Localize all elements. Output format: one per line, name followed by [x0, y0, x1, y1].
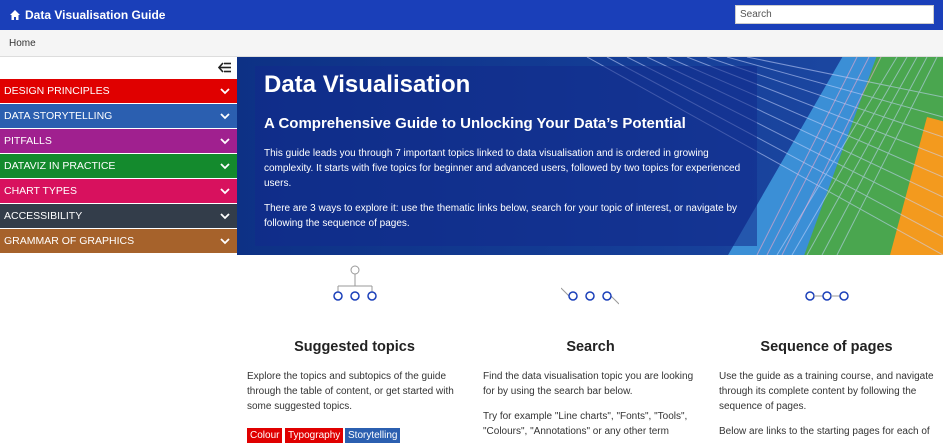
sidebar: DESIGN PRINCIPLES DATA STORYTELLING PITF…: [0, 57, 237, 254]
sidebar-item-chart-types[interactable]: CHART TYPES: [0, 179, 237, 203]
search-card-title: Search: [566, 339, 615, 355]
sidebar-item-design-principles[interactable]: DESIGN PRINCIPLES: [0, 79, 237, 103]
sidebar-item-label: DATA STORYTELLING: [4, 110, 113, 122]
sidebar-item-label: DESIGN PRINCIPLES: [4, 85, 110, 97]
sequence-card-title: Sequence of pages: [760, 339, 893, 355]
chevron-down-icon: [220, 88, 230, 95]
chevron-down-icon: [220, 163, 230, 170]
sidebar-item-accessibility[interactable]: ACCESSIBILITY: [0, 204, 237, 228]
site-title: Data Visualisation Guide: [25, 8, 166, 22]
chevron-down-icon: [220, 188, 230, 195]
sequence-nodes-icon: [805, 291, 849, 301]
hero-intro-paragraph: This guide leads you through 7 important…: [264, 148, 741, 189]
tag-colour[interactable]: Colour: [247, 428, 283, 443]
search-nodes-icon: [561, 287, 619, 305]
sidebar-item-data-storytelling[interactable]: DATA STORYTELLING: [0, 104, 237, 128]
top-navbar: Data Visualisation Guide: [0, 0, 943, 30]
chevron-down-icon: [220, 113, 230, 120]
chevron-down-icon: [220, 238, 230, 245]
sequence-card-links-intro: Below are links to the starting pages fo…: [719, 426, 930, 437]
sidebar-item-label: GRAMMAR OF GRAPHICS: [4, 235, 135, 247]
collapse-sidebar-icon[interactable]: [218, 61, 232, 74]
hero-explore-paragraph: There are 3 ways to explore it: use the …: [264, 203, 738, 229]
hero-subtitle: A Comprehensive Guide to Unlocking Your …: [264, 115, 686, 132]
chevron-down-icon: [220, 138, 230, 145]
hero-title: Data Visualisation: [264, 71, 471, 98]
sidebar-item-pitfalls[interactable]: PITFALLS: [0, 129, 237, 153]
search-input[interactable]: [735, 5, 934, 24]
sidebar-item-grammar-of-graphics[interactable]: GRAMMAR OF GRAPHICS: [0, 229, 237, 253]
tag-typography[interactable]: Typography: [285, 428, 344, 443]
sequence-card-text: Use the guide as a training course, and …: [719, 371, 934, 412]
breadcrumb-home[interactable]: Home: [9, 38, 36, 49]
tree-nodes-icon: [333, 265, 377, 301]
suggested-topics-title: Suggested topics: [294, 339, 415, 355]
sidebar-item-label: ACCESSIBILITY: [4, 210, 83, 222]
breadcrumb-bar: Home: [0, 30, 943, 57]
suggested-topics-text: Explore the topics and subtopics of the …: [247, 371, 454, 412]
sidebar-item-label: CHART TYPES: [4, 185, 77, 197]
home-icon: [10, 10, 20, 20]
search-card-examples: Try for example "Line charts", "Fonts", …: [483, 411, 688, 437]
brand-link[interactable]: Data Visualisation Guide: [9, 8, 165, 22]
sidebar-item-label: DATAVIZ IN PRACTICE: [4, 160, 116, 172]
sidebar-item-label: PITFALLS: [4, 135, 52, 147]
sidebar-toggle-row: [0, 57, 237, 79]
search-card-text: Find the data visualisation topic you ar…: [483, 371, 694, 397]
hero-banner: Data Visualisation A Comprehensive Guide…: [237, 57, 943, 255]
chevron-down-icon: [220, 213, 230, 220]
tag-storytelling[interactable]: Storytelling: [345, 428, 401, 443]
sidebar-item-dataviz-in-practice[interactable]: DATAVIZ IN PRACTICE: [0, 154, 237, 178]
